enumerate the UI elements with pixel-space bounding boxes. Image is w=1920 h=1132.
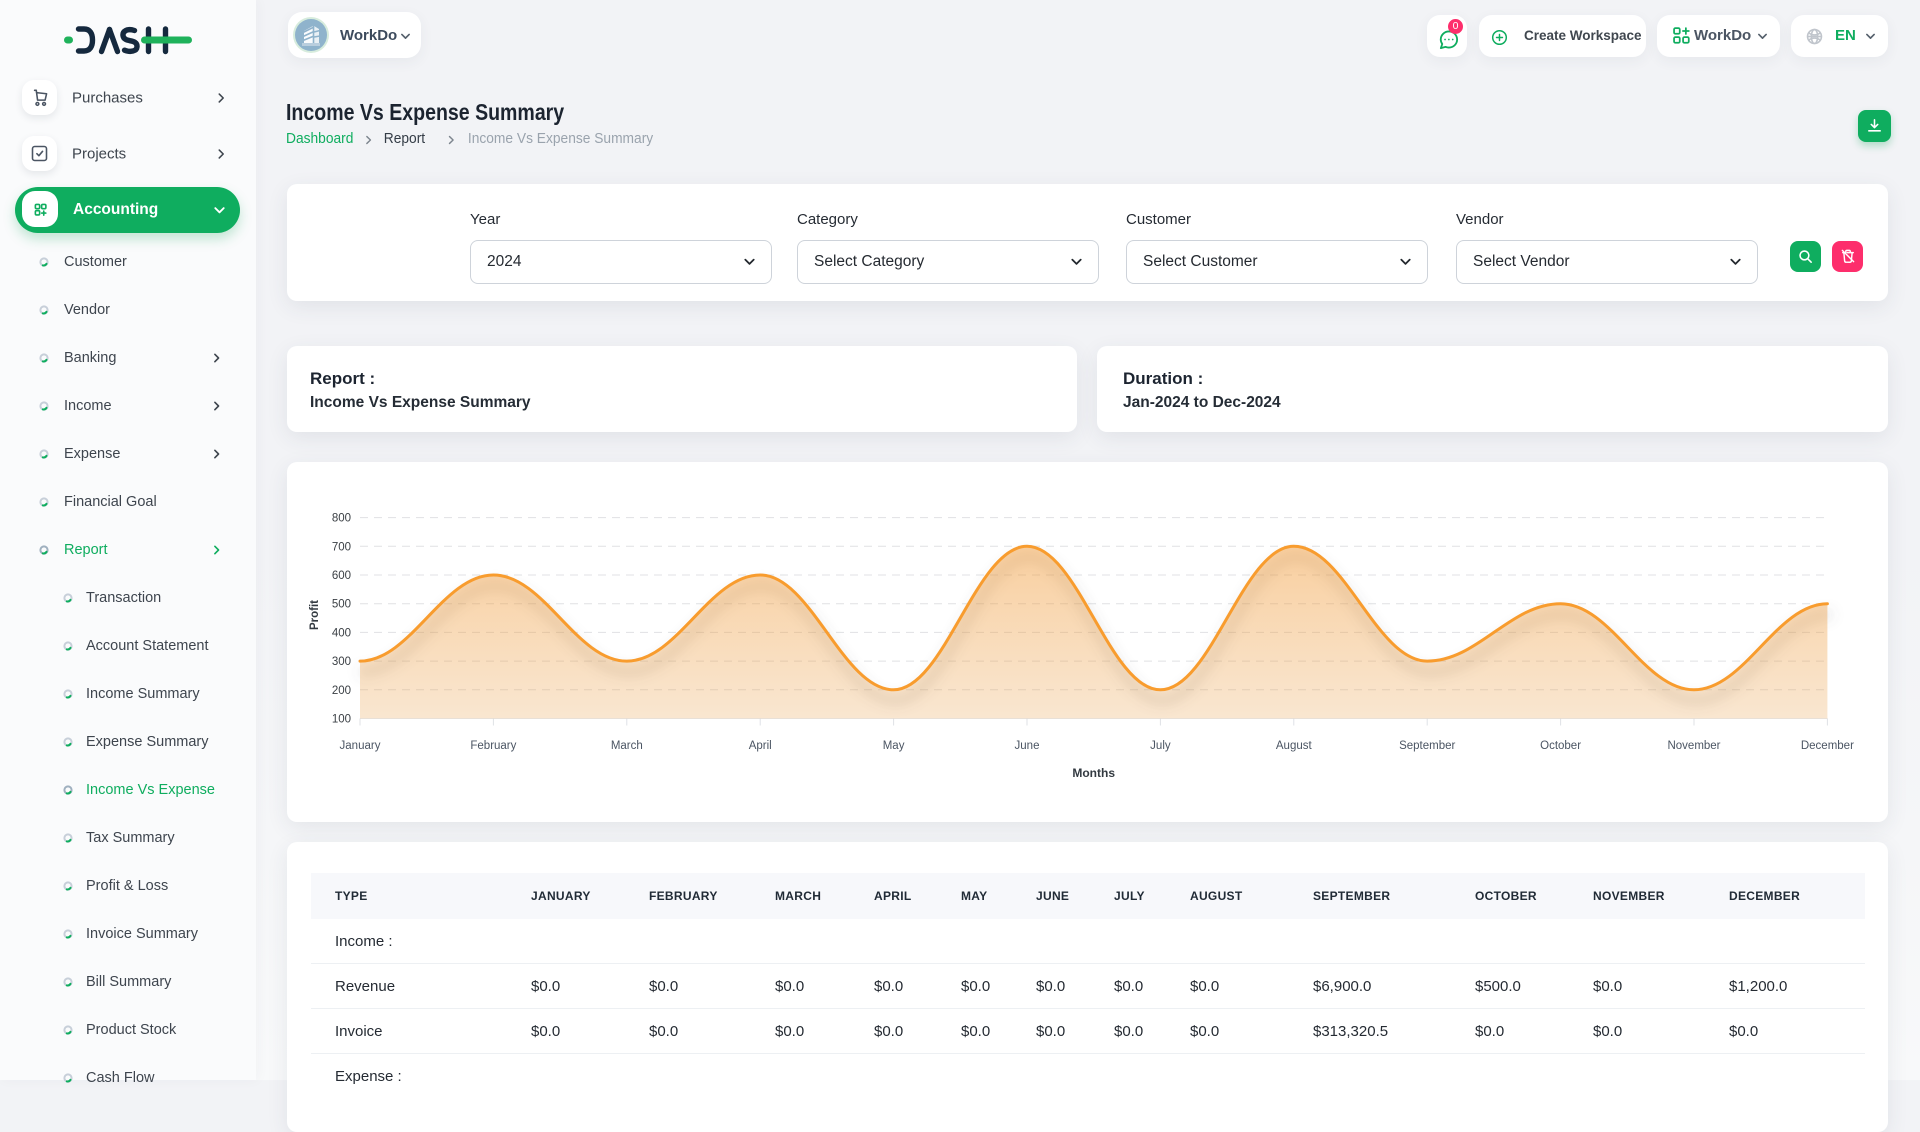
- svg-text:300: 300: [332, 656, 351, 668]
- svg-text:August: August: [1276, 740, 1313, 752]
- svg-text:November: November: [1667, 740, 1720, 752]
- svg-text:700: 700: [332, 541, 351, 553]
- svg-text:October: October: [1540, 740, 1581, 752]
- svg-text:600: 600: [332, 570, 351, 582]
- svg-text:December: December: [1801, 740, 1854, 752]
- svg-text:January: January: [340, 740, 381, 752]
- svg-text:February: February: [470, 740, 516, 752]
- svg-text:May: May: [883, 740, 905, 752]
- svg-text:June: June: [1015, 740, 1040, 752]
- svg-text:400: 400: [332, 627, 351, 639]
- svg-text:April: April: [749, 740, 772, 752]
- svg-text:800: 800: [332, 513, 351, 525]
- svg-text:September: September: [1399, 740, 1455, 752]
- svg-text:500: 500: [332, 599, 351, 611]
- svg-text:July: July: [1150, 740, 1171, 752]
- svg-text:200: 200: [332, 685, 351, 697]
- svg-text:100: 100: [332, 714, 351, 726]
- svg-text:March: March: [611, 740, 643, 752]
- svg-text:Months: Months: [1072, 766, 1115, 780]
- svg-text:Profit: Profit: [309, 600, 321, 630]
